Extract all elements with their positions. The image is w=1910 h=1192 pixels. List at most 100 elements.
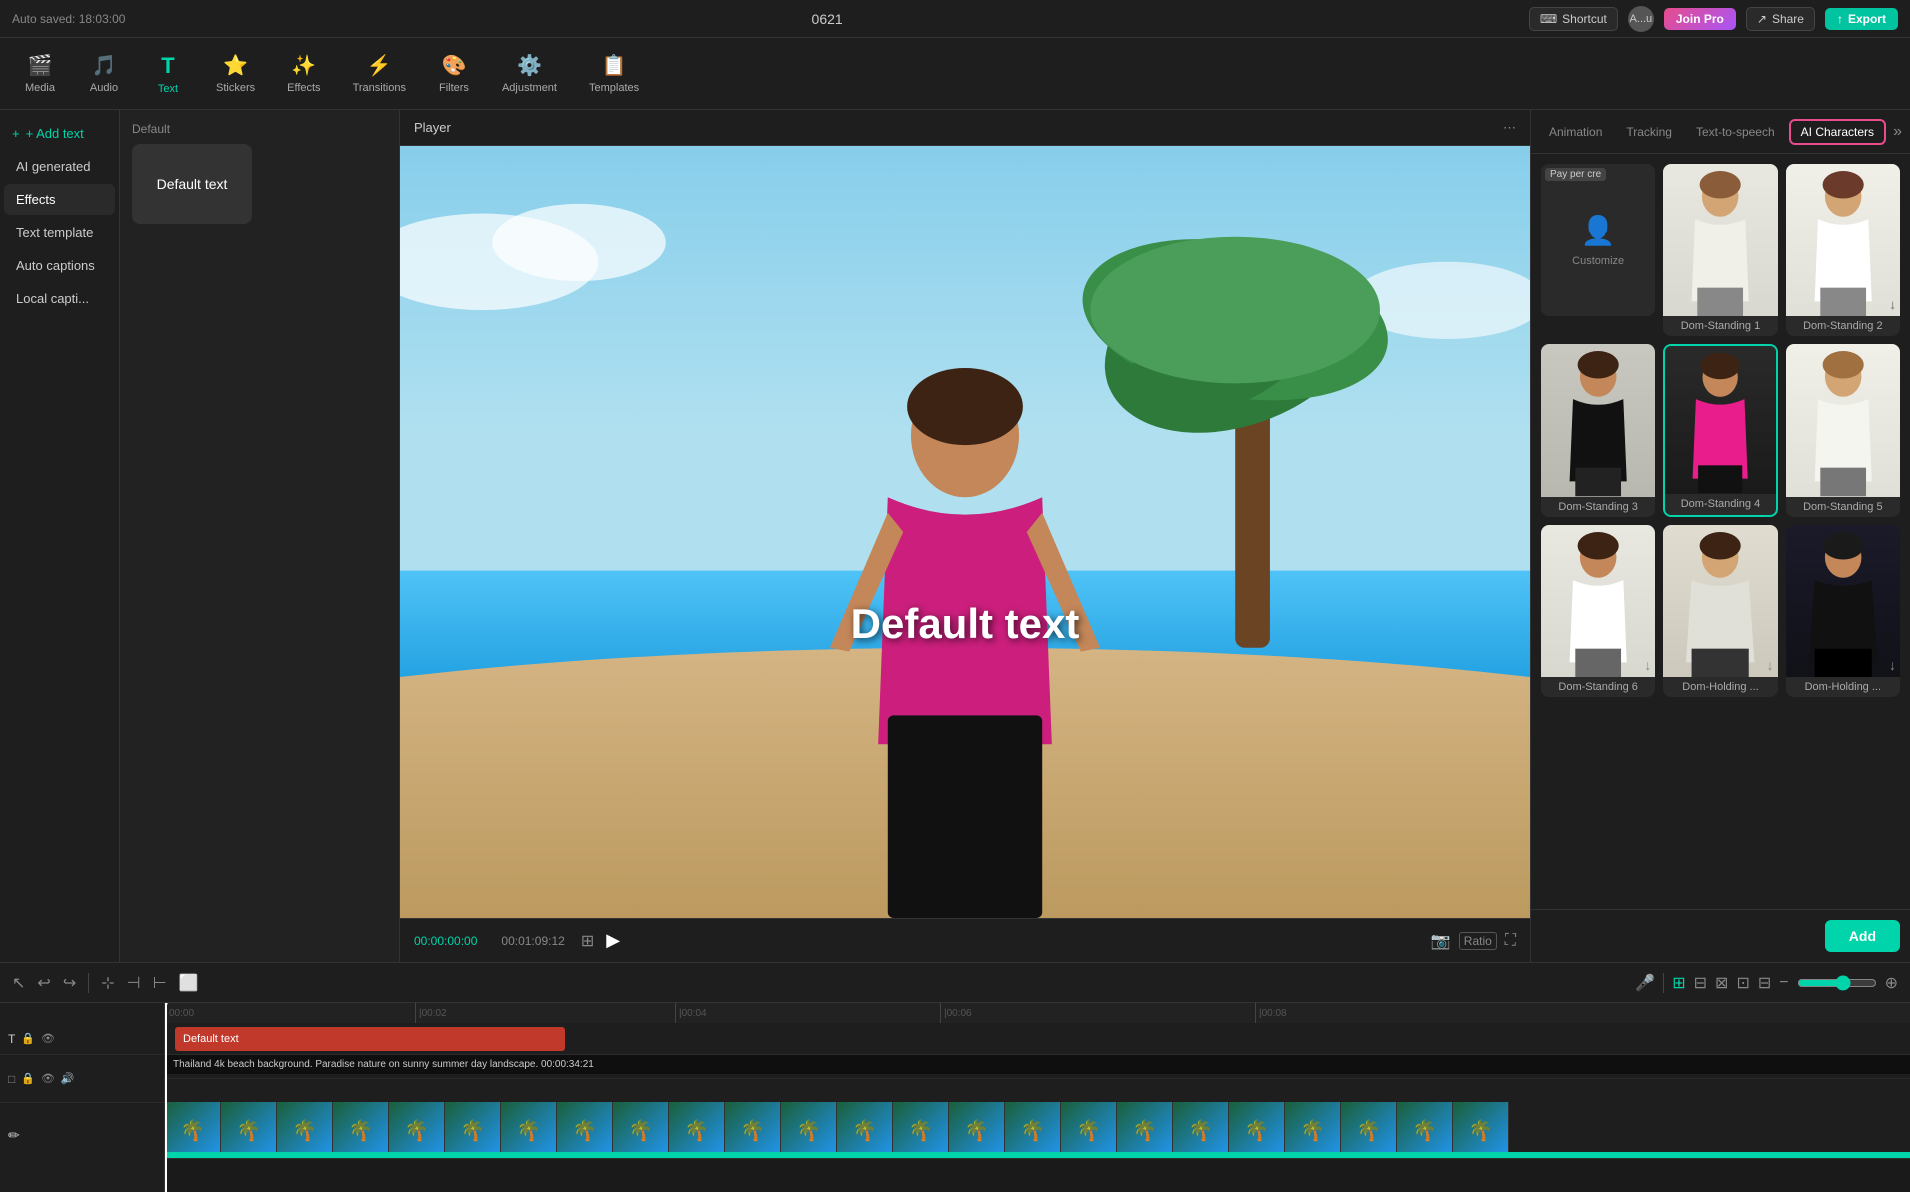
eye-icon[interactable]: 👁: [41, 1032, 55, 1045]
ai-char-dom-standing-2[interactable]: ↓ ↓ Dom-Standing 2: [1786, 164, 1900, 336]
tab-text-to-speech[interactable]: Text-to-speech: [1686, 121, 1785, 143]
lock-icon[interactable]: 🔒: [21, 1032, 35, 1045]
video-track-label: ✏: [0, 1103, 164, 1167]
download-icon-8[interactable]: ↓: [1889, 657, 1896, 673]
ruler-mark-6: |00:06: [940, 1003, 972, 1023]
sidebar-item-text-template[interactable]: Text template: [4, 217, 115, 248]
select-tool[interactable]: ↖: [12, 973, 25, 993]
auto-save-label: Auto saved: 18:03:00: [12, 12, 125, 26]
char-svg-2: [1786, 164, 1900, 316]
audio-icon-main[interactable]: 🔊: [61, 1072, 75, 1085]
screenshot-icon[interactable]: 📷: [1431, 931, 1451, 951]
ai-char-dom-holding-2[interactable]: ↓ Dom-Holding ...: [1786, 525, 1900, 697]
caption-icon[interactable]: ⊟: [1758, 973, 1771, 993]
zoom-in-icon[interactable]: ⊕: [1885, 973, 1898, 993]
eye-icon-main[interactable]: 👁: [41, 1072, 55, 1085]
collapse-panel-button[interactable]: »: [1893, 123, 1902, 141]
tab-animation[interactable]: Animation: [1539, 121, 1612, 143]
add-text-button[interactable]: + + Add text: [0, 118, 119, 149]
char-svg-7: [1663, 525, 1777, 677]
top-bar: Auto saved: 18:03:00 0621 ⌨ Shortcut A..…: [0, 0, 1910, 38]
join-pro-button[interactable]: Join Pro: [1664, 8, 1736, 30]
magnet-icon[interactable]: ⊟: [1694, 973, 1707, 993]
download-icon-7[interactable]: ↓: [1767, 657, 1774, 673]
snap-icon[interactable]: ⊞: [1672, 973, 1685, 993]
share-button[interactable]: ↗ Share: [1746, 7, 1815, 31]
link-icon[interactable]: ⊠: [1715, 973, 1728, 993]
toolbar-stickers[interactable]: ⭐ Stickers: [202, 47, 269, 100]
char-label-7: Dom-Holding ...: [1663, 677, 1777, 697]
effects-icon: ✨: [291, 53, 316, 78]
export-button[interactable]: ↑ Export: [1825, 8, 1898, 30]
templates-icon: 📋: [602, 53, 627, 78]
player-menu-icon[interactable]: ⋯: [1503, 120, 1516, 136]
toolbar-text[interactable]: T Text: [138, 47, 198, 101]
thumb-3: 🌴: [277, 1102, 333, 1158]
thumb-5: 🌴: [389, 1102, 445, 1158]
text-icon: T: [161, 53, 174, 79]
download-icon-6[interactable]: ↓: [1644, 657, 1651, 673]
split-v-tool[interactable]: ⊣: [127, 973, 141, 993]
tab-tracking[interactable]: Tracking: [1616, 121, 1682, 143]
toolbar-audio[interactable]: 🎵 Audio: [74, 47, 134, 100]
toolbar-transitions[interactable]: ⚡ Transitions: [339, 47, 420, 100]
redo-button[interactable]: ↪: [63, 973, 76, 993]
ai-char-dom-standing-1[interactable]: Dom-Standing 1: [1663, 164, 1777, 336]
undo-button[interactable]: ↩: [37, 973, 50, 993]
toolbar-media[interactable]: 🎬 Media: [10, 47, 70, 100]
sidebar-item-auto-captions[interactable]: Auto captions: [4, 250, 115, 281]
ai-char-dom-standing-6[interactable]: ↓ Dom-Standing 6: [1541, 525, 1655, 697]
user-avatar[interactable]: A...u: [1628, 6, 1654, 32]
ai-characters-grid: Pay per cre 👤 Customize: [1541, 164, 1900, 697]
split-clip-icon[interactable]: ⊡: [1736, 973, 1749, 993]
ai-char-customize-card[interactable]: Pay per cre 👤 Customize: [1541, 164, 1655, 336]
zoom-slider[interactable]: [1797, 975, 1877, 991]
tab-ai-characters[interactable]: AI Characters: [1789, 119, 1886, 145]
ai-char-dom-holding-1[interactable]: ↓ Dom-Holding ...: [1663, 525, 1777, 697]
fullscreen-icon[interactable]: ⛶: [1505, 932, 1516, 950]
player-area: Player ⋯: [400, 110, 1530, 962]
default-text-preset[interactable]: Default text: [132, 144, 252, 224]
ai-char-dom-standing-4[interactable]: Dom-Standing 4: [1663, 344, 1777, 516]
delete-tool[interactable]: ⬜: [179, 973, 199, 993]
text-track-icon: T: [8, 1032, 15, 1046]
adjustment-icon: ⚙️: [517, 53, 542, 78]
ai-char-dom-standing-3[interactable]: Dom-Standing 3: [1541, 344, 1655, 516]
left-panel: + + Add text AI generated Effects Text t…: [0, 110, 120, 962]
char-svg-4: [1665, 346, 1775, 493]
char-svg-5: [1786, 344, 1900, 496]
thumb-2: 🌴: [221, 1102, 277, 1158]
thumb-22: 🌴: [1341, 1102, 1397, 1158]
download-icon-2[interactable]: ↓: [1889, 296, 1896, 312]
add-character-button[interactable]: Add: [1825, 920, 1900, 952]
grid-view-icon[interactable]: ⊞: [581, 931, 594, 951]
play-button[interactable]: ▶: [606, 930, 620, 951]
project-id: 0621: [812, 11, 843, 27]
ratio-button[interactable]: Ratio: [1459, 932, 1497, 950]
toolbar-adjustment[interactable]: ⚙️ Adjustment: [488, 47, 571, 100]
lock-icon-main[interactable]: 🔒: [21, 1072, 35, 1085]
sidebar-item-local-captions[interactable]: Local capti...: [4, 283, 115, 314]
presets-section-label: Default: [132, 122, 387, 136]
char-svg-6: [1541, 525, 1655, 677]
text-track-item[interactable]: Default text: [175, 1027, 565, 1051]
toolbar-filters[interactable]: 🎨 Filters: [424, 47, 484, 100]
playhead[interactable]: [165, 1003, 167, 1192]
video-thumbnail-track[interactable]: 🌴 🌴 🌴 🌴 🌴 🌴 🌴 🌴 🌴 🌴 🌴 🌴 🌴 🌴 🌴 🌴: [165, 1079, 1910, 1159]
customize-label: Customize: [1572, 255, 1624, 267]
pencil-icon[interactable]: ✏: [8, 1127, 20, 1144]
char-label-8: Dom-Holding ...: [1786, 677, 1900, 697]
split-h-tool[interactable]: ⊢: [153, 973, 167, 993]
microphone-icon[interactable]: 🎤: [1635, 973, 1655, 993]
split-tool[interactable]: ⊹: [101, 973, 114, 993]
toolbar-templates[interactable]: 📋 Templates: [575, 47, 653, 100]
video-background: [400, 146, 1530, 918]
toolbar-effects[interactable]: ✨ Effects: [273, 47, 334, 100]
zoom-out-icon[interactable]: −: [1779, 974, 1788, 992]
ai-char-dom-standing-5[interactable]: Dom-Standing 5: [1786, 344, 1900, 516]
shortcut-button[interactable]: ⌨ Shortcut: [1529, 7, 1618, 31]
sidebar-item-effects[interactable]: Effects: [4, 184, 115, 215]
layer-icon: □: [8, 1072, 15, 1086]
sidebar-item-ai-generated[interactable]: AI generated: [4, 151, 115, 182]
char-svg-8: [1786, 525, 1900, 677]
